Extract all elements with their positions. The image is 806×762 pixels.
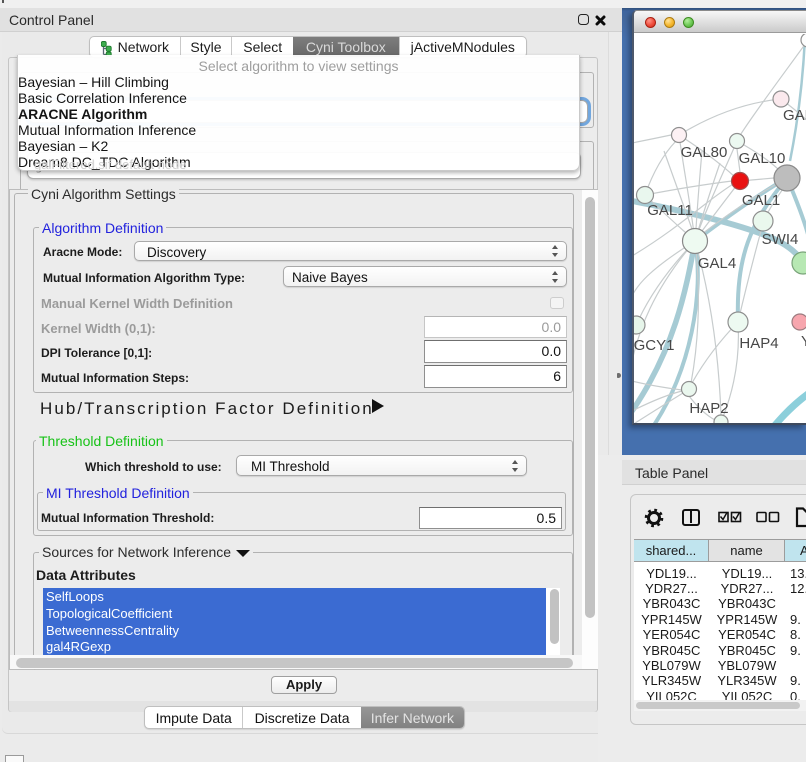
svg-text:GAL1: GAL1 (742, 192, 780, 209)
svg-text:GAL11: GAL11 (647, 202, 693, 219)
svg-text:GAL10: GAL10 (739, 150, 786, 167)
svg-text:SWI4: SWI4 (762, 231, 799, 248)
svg-text:YJ: YJ (801, 333, 806, 350)
svg-text:GAL2: GAL2 (783, 107, 806, 124)
svg-text:HAP4: HAP4 (739, 335, 778, 352)
svg-text:HAP2: HAP2 (689, 400, 728, 417)
svg-text:GAL4: GAL4 (698, 255, 736, 272)
svg-text:GAL80: GAL80 (681, 144, 728, 161)
svg-text:GCY1: GCY1 (634, 337, 674, 354)
